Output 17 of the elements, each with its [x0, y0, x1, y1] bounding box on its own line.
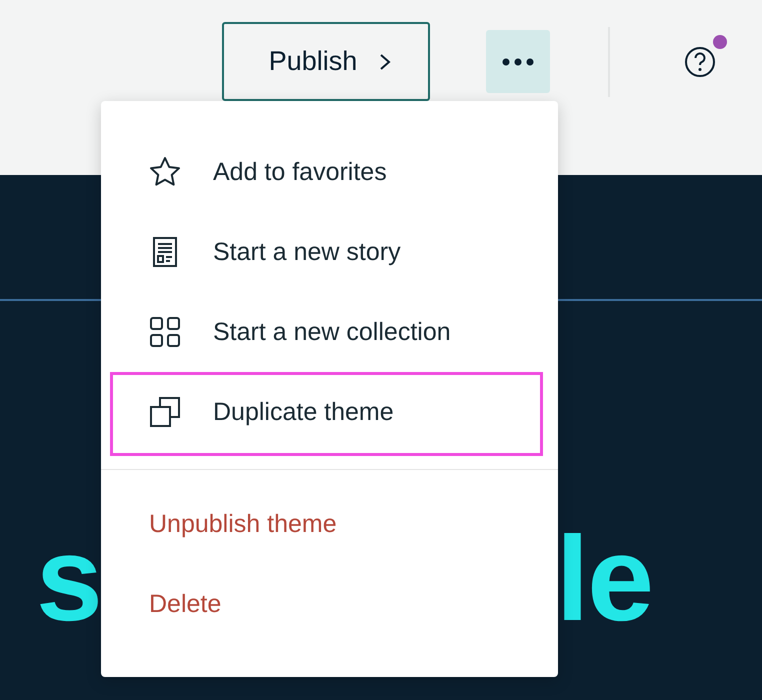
document-icon	[153, 237, 177, 267]
help-button[interactable]	[684, 46, 716, 78]
headline-text: le	[556, 519, 652, 639]
menu-item[interactable]: Unpublish theme	[101, 484, 558, 564]
headline-text: s	[36, 519, 101, 639]
star-icon	[149, 156, 181, 188]
menu-item[interactable]: Delete	[101, 564, 558, 644]
more-icon	[502, 58, 534, 66]
menu-item[interactable]: Start a new collection	[101, 292, 558, 372]
publish-button[interactable]: Publish	[222, 22, 430, 101]
menu-item[interactable]: Start a new story	[101, 212, 558, 292]
menu-item[interactable]: Add to favorites	[101, 132, 558, 212]
grid-icon	[150, 317, 180, 347]
chevron-right-icon	[379, 52, 392, 70]
duplicate-icon	[150, 397, 180, 427]
menu-item[interactable]: Duplicate theme	[101, 372, 558, 452]
more-button[interactable]	[486, 30, 550, 93]
